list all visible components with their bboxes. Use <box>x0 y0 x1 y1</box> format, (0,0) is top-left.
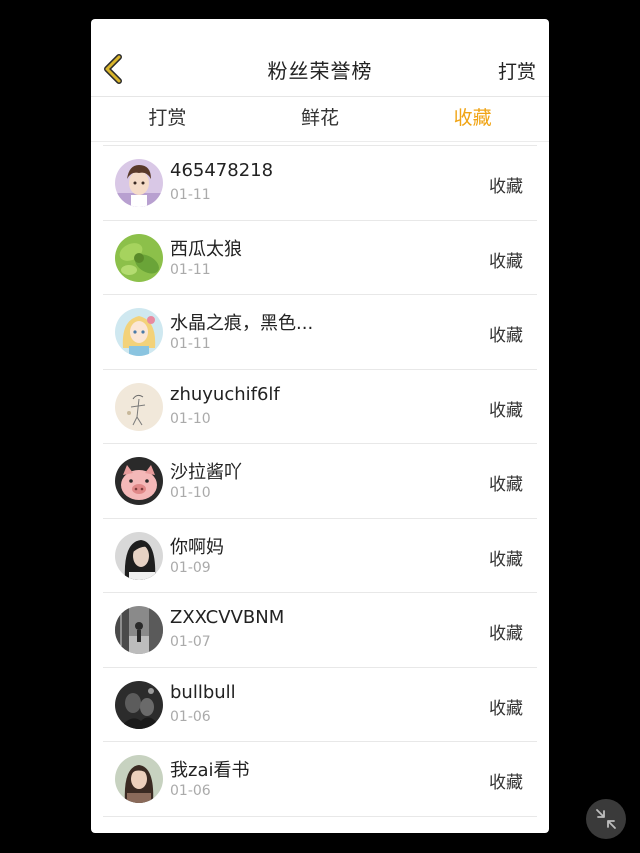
fan-name: 沙拉酱吖 <box>170 462 242 483</box>
anime-boy-avatar <box>115 159 163 207</box>
fan-date: 01-11 <box>170 261 211 278</box>
fan-list[interactable]: 465478218 01-11 收藏 西瓜太狼 01-11 收藏 水晶之痕，黑色… <box>91 142 549 833</box>
action-label: 收藏 <box>489 251 523 272</box>
sketch-avatar <box>115 382 163 431</box>
woman-portrait-avatar <box>115 531 163 580</box>
fan-name: ZXXCVVBNM <box>170 607 285 628</box>
action-label: 收藏 <box>489 549 523 570</box>
tab-reward[interactable]: 打赏 <box>91 97 244 141</box>
fan-name: 西瓜太狼 <box>170 238 242 260</box>
fan-date: 01-11 <box>170 187 211 203</box>
list-item[interactable]: bullbull 01-06 收藏 <box>103 668 537 742</box>
action-label: 收藏 <box>489 475 523 495</box>
pig-avatar <box>115 457 163 505</box>
fan-name: 我zai看书 <box>170 760 250 781</box>
list-item[interactable]: 你啊妈 01-09 收藏 <box>103 519 537 593</box>
action-label: 收藏 <box>489 400 523 421</box>
list-item[interactable]: zhuyuchif6lf 01-10 收藏 <box>103 370 537 444</box>
fan-name: bullbull <box>170 681 236 703</box>
list-item[interactable]: 西瓜太狼 01-11 收藏 <box>103 221 537 295</box>
fan-name: zhuyuchif6lf <box>170 383 280 405</box>
list-item[interactable]: 沙拉酱吖 01-10 收藏 <box>103 444 537 519</box>
header-bar: 粉丝荣誉榜 打赏 <box>91 19 549 97</box>
list-item[interactable]: 我zai看书 01-06 收藏 <box>103 742 537 817</box>
bw-street-avatar <box>115 606 163 654</box>
action-label: 收藏 <box>489 698 523 719</box>
action-label: 收藏 <box>489 773 523 793</box>
collapse-button[interactable] <box>586 799 626 839</box>
anime-girl-avatar <box>115 308 163 356</box>
fan-date: 01-11 <box>170 336 211 352</box>
page-title: 粉丝荣誉榜 <box>267 59 373 83</box>
fan-date: 01-06 <box>170 783 211 799</box>
list-item[interactable]: 465478218 01-11 收藏 <box>103 146 537 221</box>
list-item[interactable]: ZXXCVVBNM 01-07 收藏 <box>103 593 537 668</box>
dark-photo-avatar <box>115 680 163 729</box>
fan-date: 01-09 <box>170 559 211 576</box>
action-label: 收藏 <box>489 177 523 197</box>
fan-date: 01-07 <box>170 634 211 650</box>
tab-bar: 打赏 鲜花 收藏 <box>91 97 549 142</box>
tab-favorites[interactable]: 收藏 <box>396 97 549 141</box>
girl-photo-avatar <box>115 755 163 803</box>
fan-date: 01-10 <box>170 410 211 427</box>
action-label: 收藏 <box>489 326 523 346</box>
fan-date: 01-10 <box>170 485 211 501</box>
action-label: 收藏 <box>489 624 523 644</box>
reward-button[interactable]: 打赏 <box>498 57 536 84</box>
fan-name: 你啊妈 <box>170 536 224 558</box>
list-item[interactable]: 水晶之痕，黑色... 01-11 收藏 <box>103 295 537 370</box>
fan-name: 465478218 <box>170 160 274 181</box>
fan-name: 水晶之痕，黑色... <box>170 313 314 334</box>
fan-date: 01-06 <box>170 708 211 725</box>
collapse-arrows-icon <box>596 809 616 829</box>
green-leaf-avatar <box>115 233 163 282</box>
fan-ranking-panel: 粉丝荣誉榜 打赏 打赏 鲜花 收藏 465478218 01-11 收藏 西瓜太… <box>91 19 549 833</box>
tab-flowers[interactable]: 鲜花 <box>244 97 397 141</box>
